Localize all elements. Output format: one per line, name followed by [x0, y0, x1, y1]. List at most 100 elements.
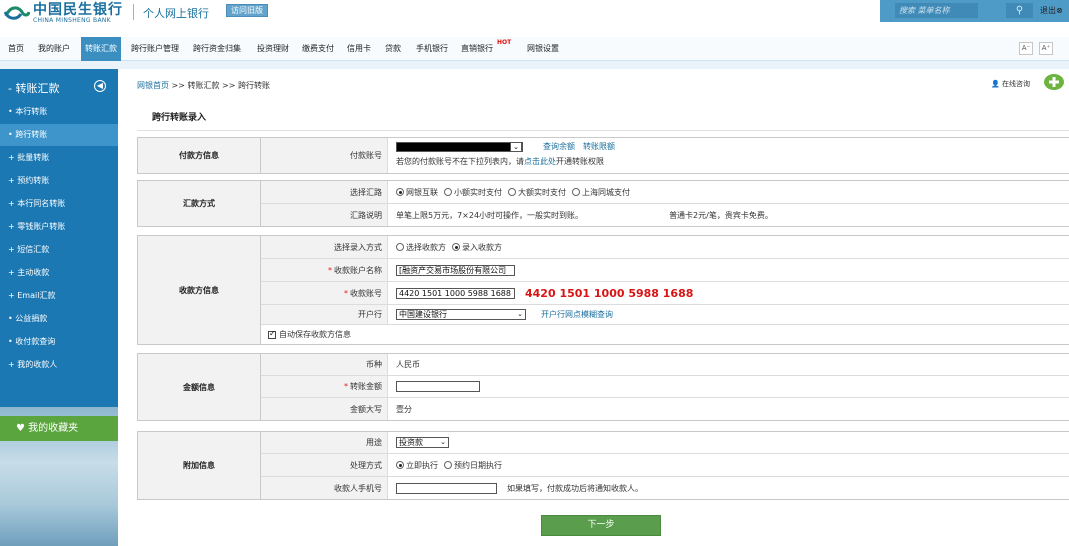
payee-mode-select[interactable]: 选择收款方: [396, 242, 446, 253]
payee-bank-row: 开户行 中国建设银行 ⌄ 开户行网点模糊查询: [261, 305, 1069, 325]
heart-icon: ♥: [16, 423, 25, 434]
route-option-netbank[interactable]: 网银互联: [396, 187, 438, 198]
menu-search-input[interactable]: 搜索 菜单名称: [895, 3, 978, 18]
route-label: 选择汇路: [261, 181, 388, 203]
sidebar-item-donation[interactable]: • 公益捐款: [0, 308, 118, 330]
payee-account-echo: 4420 1501 1000 5988 1688: [525, 286, 694, 300]
payer-section-label: 付款方信息: [138, 138, 261, 173]
remit-section-label: 汇款方式: [138, 181, 261, 226]
top-header: 中国民生银行 CHINA MINSHENG BANK 个人网上银行 访问旧版 搜…: [0, 0, 1069, 27]
minsheng-logo-icon: [4, 4, 30, 22]
site-name: 个人网上银行: [143, 7, 209, 20]
radio-selected-icon: [452, 243, 460, 251]
chat-plus-icon[interactable]: [1043, 73, 1065, 91]
route-option-shanghai[interactable]: 上海同城支付: [572, 187, 630, 198]
sidebar-item-cross-bank[interactable]: • 跨行转账: [0, 124, 118, 146]
nav-loan[interactable]: 贷款: [385, 37, 401, 61]
radio-icon: [572, 188, 580, 196]
collapse-left-icon[interactable]: ◀: [94, 80, 106, 92]
transfer-limit-link[interactable]: 转账限额: [583, 141, 615, 152]
route-fee: 普通卡2元/笔，贵宾卡免费。: [669, 210, 773, 220]
nav-credit-card[interactable]: 信用卡: [347, 37, 371, 61]
sidebar-item-scheduled[interactable]: + 预约转账: [0, 170, 118, 192]
nav-settings[interactable]: 网银设置: [527, 37, 559, 61]
nav-fund-collection[interactable]: 跨行资金归集: [193, 37, 241, 61]
next-step-button[interactable]: 下一步: [541, 515, 661, 536]
nav-cross-bank-account[interactable]: 跨行账户管理: [131, 37, 179, 61]
favorites-button[interactable]: ♥ 我的收藏夹: [0, 416, 118, 441]
amount-upper-value: 壹分: [396, 404, 412, 414]
currency-value: 人民币: [396, 360, 420, 369]
font-increase-button[interactable]: A⁺: [1039, 42, 1053, 55]
search-icon[interactable]: ⚲: [1006, 3, 1033, 18]
payee-section: 收款方信息 选择录入方式 选择收款方 录入收款方 * 收款账户名称 [融资产交易市…: [137, 235, 1069, 345]
payer-account-label: 付款账号: [261, 138, 388, 173]
payee-mode-row: 选择录入方式 选择收款方 录入收款方: [261, 236, 1069, 259]
breadcrumb-home[interactable]: 网银首页: [137, 81, 169, 90]
route-option-small[interactable]: 小额实时支付: [444, 187, 502, 198]
payer-account-row: 付款账号 ⌄ 查询余额 转账限额 若您的付款账号不在下拉列表内，请点击此处开通转…: [261, 138, 1069, 173]
phone-row: 收款人手机号 如果填写，付款成功后将通知收款人。: [261, 477, 1069, 499]
logo-chinese: 中国民生银行: [33, 1, 123, 18]
route-desc-label: 汇路说明: [261, 204, 388, 226]
breadcrumb-transfer[interactable]: 转账汇款: [188, 81, 220, 90]
sidebar-item-query[interactable]: • 收付款查询: [0, 331, 118, 353]
sidebar-item-email[interactable]: + Email汇款: [0, 285, 118, 307]
route-option-large[interactable]: 大额实时支付: [508, 187, 566, 198]
payee-account-row: * 收款账号 4420 1501 1000 5988 1688 4420 1501…: [261, 282, 1069, 305]
bank-logo[interactable]: 中国民生银行 CHINA MINSHENG BANK: [4, 1, 123, 25]
bank-branch-query-link[interactable]: 开户行网点模糊查询: [541, 309, 613, 320]
query-balance-link[interactable]: 查询余额: [543, 141, 575, 152]
header-divider: [133, 4, 134, 20]
payee-section-label: 收款方信息: [138, 236, 261, 344]
nav-direct-bank[interactable]: 直销银行: [461, 37, 493, 61]
nav-mobile-bank[interactable]: 手机银行: [416, 37, 448, 61]
payee-account-label: * 收款账号: [261, 282, 388, 304]
amount-input[interactable]: [396, 381, 480, 392]
nav-my-account[interactable]: 我的账户: [38, 37, 70, 61]
person-icon: 👤: [991, 80, 1000, 88]
sidebar-item-same-name[interactable]: + 本行同名转账: [0, 193, 118, 215]
radio-icon: [444, 461, 452, 469]
sidebar-item-same-bank[interactable]: • 本行转账: [0, 101, 118, 123]
nav-home[interactable]: 首页: [8, 37, 24, 61]
amount-row: * 转账金额: [261, 376, 1069, 398]
amount-label: * 转账金额: [261, 376, 388, 397]
title-divider: [137, 130, 1069, 131]
nav-wealth[interactable]: 投资理财: [257, 37, 289, 61]
payee-account-input[interactable]: 4420 1501 1000 5988 1688: [396, 287, 515, 299]
amount-section: 金额信息 币种 人民币 * 转账金额 金额大写 壹分: [137, 353, 1069, 421]
purpose-label: 用途: [261, 432, 388, 453]
payee-bank-select[interactable]: 中国建设银行 ⌄: [396, 309, 526, 320]
open-permission-link[interactable]: 点击此处: [524, 157, 556, 166]
route-desc: 单笔上限5万元，7×24小时可操作，一般实时到账。: [396, 210, 584, 220]
main-nav: 首页 我的账户 转账汇款 跨行账户管理 跨行资金归集 投资理财 缴费支付 信用卡…: [0, 37, 1069, 61]
process-scheduled[interactable]: 预约日期执行: [444, 460, 502, 471]
logo-english: CHINA MINSHENG BANK: [33, 16, 111, 24]
hot-badge: HOT: [497, 39, 512, 46]
sidebar-item-batch[interactable]: + 批量转账: [0, 147, 118, 169]
sidebar-item-payees[interactable]: + 我的收款人: [0, 354, 118, 376]
phone-input[interactable]: [396, 482, 497, 494]
payee-mode-input[interactable]: 录入收款方: [452, 242, 502, 253]
purpose-select[interactable]: 投资款 ⌄: [396, 437, 449, 448]
payer-account-select[interactable]: ⌄: [396, 141, 523, 152]
logout-button[interactable]: 退出⊗: [1040, 5, 1063, 16]
extra-section-label: 附加信息: [138, 432, 261, 499]
sidebar-item-active-collect[interactable]: + 主动收款: [0, 262, 118, 284]
process-immediate[interactable]: 立即执行: [396, 460, 438, 471]
nav-payment[interactable]: 缴费支付: [302, 37, 334, 61]
sidebar-item-sms[interactable]: + 短信汇款: [0, 239, 118, 261]
payee-name-row: * 收款账户名称 [融资产交易市场股份有限公司: [261, 259, 1069, 282]
payee-name-input[interactable]: [融资产交易市场股份有限公司: [396, 264, 515, 276]
autosave-checkbox[interactable]: 自动保存收款方信息: [261, 325, 351, 344]
old-version-button[interactable]: 访问旧版: [226, 4, 268, 17]
font-decrease-button[interactable]: A⁻: [1019, 42, 1033, 55]
remit-section: 汇款方式 选择汇路 网银互联 小额实时支付 大额实时支付 上海同城支付 汇路说明…: [137, 180, 1069, 227]
online-consult[interactable]: 👤 在线咨询: [991, 79, 1030, 89]
payee-name-label: * 收款账户名称: [261, 259, 388, 281]
nav-transfer[interactable]: 转账汇款: [81, 37, 121, 61]
nav-shadow-band: [0, 61, 1069, 69]
sidebar-item-change-account[interactable]: + 零钱账户转账: [0, 216, 118, 238]
payee-mode-label: 选择录入方式: [261, 236, 388, 258]
